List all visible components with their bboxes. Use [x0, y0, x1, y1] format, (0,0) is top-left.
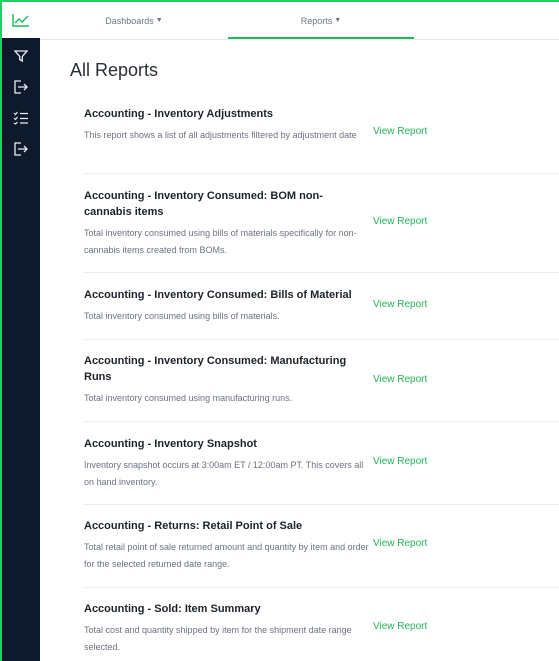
divider	[84, 421, 559, 422]
chevron-down-icon: ▼	[334, 17, 342, 24]
report-title: Accounting - Inventory Adjustments	[84, 108, 274, 120]
report-title: Accounting - Inventory Snapshot	[84, 438, 257, 450]
report-description: This report shows a list of all adjustme…	[84, 130, 357, 140]
main-content: Dashboards ▼ Reports ▼ All Reports Account…	[40, 2, 559, 661]
view-report-link[interactable]: View Report	[373, 126, 427, 137]
tab-dashboards[interactable]: Dashboards ▼	[40, 2, 228, 39]
divider	[84, 587, 559, 588]
report-title: Accounting - Returns: Retail Point of Sa…	[84, 520, 303, 532]
report-title: Accounting - Sold: Item Summary	[84, 603, 261, 615]
active-tab-indicator	[228, 37, 414, 39]
report-description: Total inventory consumed using bills of …	[84, 311, 280, 321]
top-nav: Dashboards ▼ Reports ▼	[40, 2, 559, 40]
filter-icon[interactable]	[2, 44, 40, 68]
tab-reports[interactable]: Reports ▼	[228, 2, 414, 39]
report-description: Total inventory consumed using bills of …	[84, 228, 357, 255]
report-item: Accounting - Inventory Consumed: BOM non…	[84, 188, 559, 259]
tab-dashboards-label: Dashboards	[105, 15, 154, 26]
report-description: Total cost and quantity shipped by item …	[84, 625, 352, 652]
report-item: Accounting - Inventory Adjustments This …	[84, 106, 559, 144]
divider	[84, 272, 559, 273]
report-item: Accounting - Sold: Item Summary Total co…	[84, 601, 559, 656]
report-item: Accounting - Inventory Consumed: Manufac…	[84, 353, 559, 407]
chart-line-icon[interactable]	[2, 2, 40, 38]
report-description: Inventory snapshot occurs at 3:00am ET /…	[84, 460, 364, 487]
report-description: Total inventory consumed using manufactu…	[84, 393, 293, 403]
view-report-link[interactable]: View Report	[373, 456, 427, 467]
divider	[84, 339, 559, 340]
view-report-link[interactable]: View Report	[373, 299, 427, 310]
report-title: Accounting - Inventory Consumed: BOM non…	[84, 190, 323, 218]
report-item: Accounting - Inventory Consumed: Bills o…	[84, 287, 559, 325]
view-report-link[interactable]: View Report	[373, 538, 427, 549]
page-title: All Reports	[70, 60, 159, 80]
report-description: Total retail point of sale returned amou…	[84, 542, 369, 569]
tab-reports-label: Reports	[300, 15, 333, 26]
divider	[84, 173, 559, 174]
view-report-link[interactable]: View Report	[373, 621, 427, 632]
report-title: Accounting - Inventory Consumed: Manufac…	[84, 355, 347, 383]
view-report-link[interactable]: View Report	[373, 374, 427, 385]
view-report-link[interactable]: View Report	[373, 216, 427, 227]
chevron-down-icon: ▼	[155, 17, 163, 24]
login-icon[interactable]	[2, 75, 40, 99]
logout-icon[interactable]	[2, 137, 40, 161]
report-item: Accounting - Inventory Snapshot Inventor…	[84, 436, 559, 491]
divider	[84, 504, 559, 505]
report-item: Accounting - Returns: Retail Point of Sa…	[84, 518, 559, 573]
checklist-icon[interactable]	[2, 106, 40, 130]
report-title: Accounting - Inventory Consumed: Bills o…	[84, 289, 352, 301]
sidebar	[2, 2, 40, 661]
